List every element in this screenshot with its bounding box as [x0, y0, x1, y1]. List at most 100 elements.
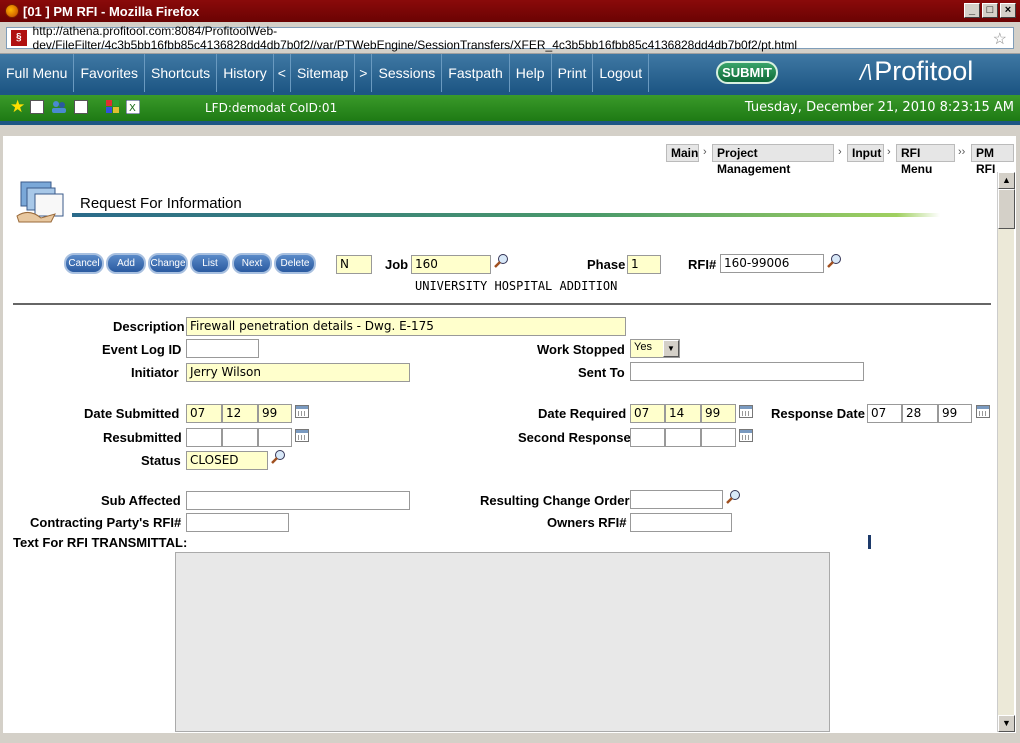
firefox-icon — [5, 4, 19, 18]
page-title: Request For Information — [80, 195, 242, 212]
favorite-star-icon[interactable]: ★ — [10, 98, 25, 115]
users-icon[interactable] — [50, 100, 68, 114]
owners-rfi-field[interactable] — [630, 513, 732, 532]
minimize-button[interactable]: _ — [964, 3, 980, 18]
nav-item-2[interactable]: Shortcuts — [145, 54, 218, 92]
date-submitted-month[interactable]: 07 — [186, 404, 222, 423]
date-required-day[interactable]: 14 — [665, 404, 701, 423]
svg-text:X: X — [129, 103, 136, 114]
response-date-year[interactable]: 99 — [938, 404, 972, 423]
nav-item-5[interactable]: Sitemap — [291, 54, 356, 92]
divider — [13, 303, 991, 305]
sub-affected-field[interactable] — [186, 491, 410, 510]
vertical-scrollbar[interactable]: ▲ ▼ — [997, 172, 1015, 732]
rfi-label: RFI# — [688, 257, 717, 272]
calendar-icon[interactable] — [295, 429, 309, 442]
job-lookup-icon[interactable] — [494, 253, 510, 269]
scroll-down-icon[interactable]: ▼ — [998, 715, 1015, 732]
date-submitted-year[interactable]: 99 — [258, 404, 292, 423]
status-lookup-icon[interactable] — [271, 449, 287, 465]
response-date-day[interactable]: 28 — [902, 404, 938, 423]
text-cursor — [868, 535, 871, 549]
response-date-label: Response Date — [771, 406, 865, 421]
delete-button[interactable]: Delete — [274, 253, 316, 274]
resubmitted-year[interactable] — [258, 428, 292, 447]
change-button[interactable]: Change — [148, 253, 188, 274]
mode-field[interactable]: N — [336, 255, 372, 274]
event-log-field[interactable] — [186, 339, 259, 358]
checkbox-icon[interactable] — [30, 100, 44, 114]
second-response-day[interactable] — [665, 428, 701, 447]
description-label: Description — [113, 319, 185, 334]
company-info: LFD:demodat CoID:01 — [205, 101, 338, 115]
date-required-year[interactable]: 99 — [701, 404, 736, 423]
maximize-button[interactable]: □ — [982, 3, 998, 18]
resubmitted-label: Resubmitted — [103, 430, 182, 445]
url-field[interactable]: § http://athena.profitool.com:8084/Profi… — [6, 24, 1014, 52]
calendar-icon[interactable] — [739, 405, 753, 418]
second-response-label: Second Response — [518, 430, 631, 445]
breadcrumb-item-2[interactable]: Input — [847, 144, 884, 162]
initiator-field[interactable]: Jerry Wilson — [186, 363, 410, 382]
breadcrumb-separator-icon: › — [887, 146, 891, 158]
excel-icon[interactable]: X — [125, 99, 141, 115]
breadcrumb-separator-icon: › — [838, 146, 842, 158]
bookmark-star-icon[interactable]: ☆ — [993, 29, 1007, 49]
nav-item-10[interactable]: Print — [552, 54, 594, 92]
chevron-down-icon[interactable]: ▼ — [663, 340, 679, 357]
work-stopped-select[interactable]: Yes ▼ — [630, 339, 680, 358]
response-date-month[interactable]: 07 — [867, 404, 902, 423]
breadcrumb-item-3[interactable]: RFI Menu — [896, 144, 955, 176]
nav-item-1[interactable]: Favorites — [74, 54, 146, 92]
resulting-co-field[interactable] — [630, 490, 723, 509]
next-button[interactable]: Next — [232, 253, 272, 274]
add-button[interactable]: Add — [106, 253, 146, 274]
second-response-year[interactable] — [701, 428, 736, 447]
phase-label: Phase — [587, 257, 626, 272]
phase-field[interactable]: 1 — [627, 255, 661, 274]
checkbox2-icon[interactable] — [74, 100, 88, 114]
scroll-thumb[interactable] — [998, 189, 1015, 229]
status-field[interactable]: CLOSED — [186, 451, 268, 470]
list-button[interactable]: List — [190, 253, 230, 274]
resulting-co-label: Resulting Change Order — [480, 493, 630, 508]
site-icon: § — [11, 30, 27, 46]
nav-item-11[interactable]: Logout — [593, 54, 650, 92]
nav-item-9[interactable]: Help — [510, 54, 552, 92]
current-datetime: Tuesday, December 21, 2010 8:23:15 AM — [744, 100, 1014, 115]
calendar-icon[interactable] — [295, 405, 309, 418]
breadcrumb-separator-icon: › — [703, 146, 707, 158]
date-submitted-day[interactable]: 12 — [222, 404, 258, 423]
rfi-field[interactable]: 160-99006 — [720, 254, 824, 273]
sent-to-field[interactable] — [630, 362, 864, 381]
nav-item-3[interactable]: History — [217, 54, 274, 92]
rfi-lookup-icon[interactable] — [827, 253, 843, 269]
nav-item-8[interactable]: Fastpath — [442, 54, 510, 92]
submit-button[interactable]: SUBMIT — [716, 61, 778, 84]
breadcrumb-item-4[interactable]: PM RFI — [971, 144, 1014, 176]
second-response-month[interactable] — [630, 428, 665, 447]
initiator-label: Initiator — [131, 365, 179, 380]
resubmitted-day[interactable] — [222, 428, 258, 447]
windows-icon[interactable] — [106, 100, 120, 114]
calendar-icon[interactable] — [739, 429, 753, 442]
date-required-month[interactable]: 07 — [630, 404, 665, 423]
breadcrumb-item-0[interactable]: Main — [666, 144, 699, 162]
description-field[interactable]: Firewall penetration details - Dwg. E-17… — [186, 317, 626, 336]
nav-item-4[interactable]: < — [274, 54, 291, 92]
contracting-rfi-field[interactable] — [186, 513, 289, 532]
scroll-up-icon[interactable]: ▲ — [998, 172, 1015, 189]
resubmitted-month[interactable] — [186, 428, 222, 447]
nav-item-7[interactable]: Sessions — [372, 54, 443, 92]
date-required-label: Date Required — [538, 406, 627, 421]
close-window-button[interactable]: × — [1000, 3, 1016, 18]
breadcrumb-item-1[interactable]: Project Management — [712, 144, 834, 176]
profitool-logo: /\Profitool — [860, 56, 974, 86]
nav-item-0[interactable]: Full Menu — [0, 54, 75, 92]
rfi-text-area[interactable] — [175, 552, 830, 732]
job-field[interactable]: 160 — [411, 255, 491, 274]
calendar-icon[interactable] — [976, 405, 990, 418]
change-order-lookup-icon[interactable] — [726, 489, 742, 505]
nav-item-6[interactable]: > — [355, 54, 373, 92]
cancel-button[interactable]: Cancel — [64, 253, 104, 274]
